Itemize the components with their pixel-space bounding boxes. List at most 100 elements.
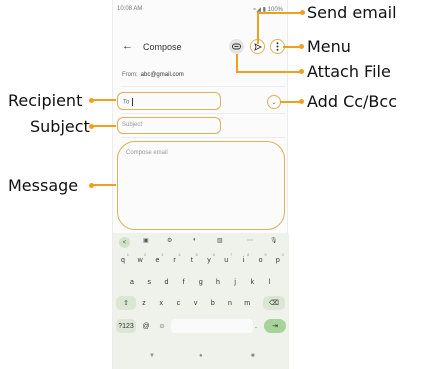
callout-recipient: Recipient xyxy=(8,91,83,110)
callout-attach-file: Attach File xyxy=(307,62,391,81)
page-title: Compose xyxy=(143,42,182,52)
key-l[interactable]: l xyxy=(262,275,278,289)
keyboard-toolbar-icon[interactable]: ⚙ xyxy=(167,237,172,244)
key-n[interactable]: n xyxy=(222,296,238,310)
divider xyxy=(121,113,285,114)
key-z[interactable]: z xyxy=(136,296,152,310)
menu-dots-icon xyxy=(276,42,279,51)
divider xyxy=(121,86,285,87)
at-key[interactable]: @ xyxy=(139,319,153,333)
key-hint: 3 xyxy=(161,252,164,257)
key-hint: 7 xyxy=(229,252,233,257)
keyboard-toolbar-icon[interactable]: 🎙 xyxy=(270,237,278,244)
callout-menu: Menu xyxy=(307,37,351,56)
callout-line xyxy=(257,12,259,44)
from-address: abc@gmail.com xyxy=(140,72,184,78)
keyboard-toolbar-icon[interactable]: ▧ xyxy=(217,237,223,244)
key-hint: 9 xyxy=(264,252,267,257)
from-row: From: abc@gmail.com xyxy=(122,72,184,78)
system-nav-bar: ▼ ● ■ xyxy=(113,351,289,365)
subject-field[interactable]: Subject xyxy=(117,117,221,134)
paperclip-icon xyxy=(232,43,241,50)
keyboard-toolbar-icon[interactable]: < xyxy=(119,237,130,248)
nav-home-icon[interactable]: ● xyxy=(199,353,203,359)
to-label: To xyxy=(123,99,130,106)
emoji-key[interactable]: ☺ xyxy=(155,319,169,333)
keyboard-row: q1w2e3r4t5y6u7i8o9p0 xyxy=(113,252,289,269)
keyboard-toolbar-icon[interactable]: ⋯ xyxy=(247,237,253,244)
key-r[interactable]: r4 xyxy=(167,252,183,267)
key-hint: 8 xyxy=(247,252,250,257)
keyboard-toolbar-icon[interactable]: ◐ xyxy=(193,237,197,243)
callout-line xyxy=(236,54,238,72)
attach-file-icon[interactable] xyxy=(229,39,244,54)
nav-recents-icon[interactable]: ■ xyxy=(251,353,255,359)
key-t[interactable]: t5 xyxy=(184,252,200,267)
key-m[interactable]: m xyxy=(239,296,255,310)
key-hint: 5 xyxy=(195,252,198,257)
key-w[interactable]: w2 xyxy=(132,252,148,267)
period-key[interactable]: . xyxy=(250,319,262,333)
key-hint: 2 xyxy=(143,252,147,257)
callout-send-email: Send email xyxy=(307,3,397,22)
chevron-down-icon[interactable]: ⌄ xyxy=(267,95,281,109)
callout-subject: Subject xyxy=(30,117,90,136)
app-bar: ← Compose xyxy=(113,36,289,58)
key-e[interactable]: e3 xyxy=(149,252,165,267)
callout-message: Message xyxy=(8,176,79,195)
callout-dot xyxy=(299,44,304,49)
callout-add-cc-bcc: Add Cc/Bcc xyxy=(307,92,397,111)
symbols-key[interactable]: ?123 xyxy=(116,319,136,333)
on-screen-keyboard: < ▣ ⚙ ◐ ▧ ⋯ 🎙 q1w2e3r4t5y6u7i8o9p0 asdfghjkl ⇧… xyxy=(113,233,289,369)
key-o[interactable]: o9 xyxy=(253,252,269,267)
recipient-field[interactable]: To xyxy=(117,92,221,110)
callout-line xyxy=(280,101,301,103)
key-p[interactable]: p0 xyxy=(270,252,286,267)
callout-dot xyxy=(299,99,304,104)
callout-dot xyxy=(300,10,305,15)
key-hint: 4 xyxy=(178,252,181,257)
key-j[interactable]: j xyxy=(227,275,243,289)
key-y[interactable]: y6 xyxy=(201,252,217,267)
key-h[interactable]: h xyxy=(210,275,226,289)
from-label: From: xyxy=(122,72,138,78)
key-g[interactable]: g xyxy=(193,275,209,289)
key-c[interactable]: c xyxy=(170,296,186,310)
key-v[interactable]: v xyxy=(188,296,204,310)
phone-screen: 10:08 AM ≈◢ ▮ 100% ← Compose From: abc@gm… xyxy=(112,0,289,369)
status-time: 10:08 AM xyxy=(117,6,143,12)
callout-line xyxy=(91,125,116,127)
divider xyxy=(121,137,285,138)
callout-line xyxy=(91,99,116,101)
key-u[interactable]: u7 xyxy=(218,252,234,267)
enter-key[interactable]: ⇥ xyxy=(264,319,286,333)
keyboard-toolbar: < ▣ ⚙ ◐ ▧ ⋯ 🎙 xyxy=(113,236,289,250)
key-q[interactable]: q1 xyxy=(115,252,131,267)
key-x[interactable]: x xyxy=(153,296,169,310)
callout-line xyxy=(236,71,300,73)
key-s[interactable]: s xyxy=(141,275,157,289)
key-hint: 0 xyxy=(281,252,284,257)
status-bar: 10:08 AM ≈◢ ▮ 100% xyxy=(113,6,289,16)
message-field[interactable]: Compose email xyxy=(117,141,285,230)
text-cursor xyxy=(132,98,134,106)
keyboard-row: ?123 @ ☺. ⇥ xyxy=(113,319,289,335)
shift-key[interactable]: ⇧ xyxy=(116,296,136,310)
space-key[interactable] xyxy=(171,319,253,333)
callout-line xyxy=(91,184,116,186)
keyboard-toolbar-icon[interactable]: ▣ xyxy=(143,237,149,244)
backspace-key[interactable]: ⌫ xyxy=(263,296,285,310)
key-i[interactable]: i8 xyxy=(235,252,251,267)
key-a[interactable]: a xyxy=(124,275,140,289)
key-k[interactable]: k xyxy=(244,275,260,289)
nav-back-icon[interactable]: ▼ xyxy=(149,353,155,359)
key-d[interactable]: d xyxy=(158,275,174,289)
key-f[interactable]: f xyxy=(176,275,192,289)
back-arrow-icon[interactable]: ← xyxy=(122,40,133,52)
key-hint: 6 xyxy=(212,252,215,257)
keyboard-row: asdfghjkl xyxy=(113,275,289,291)
key-hint: 1 xyxy=(126,252,129,257)
keyboard-row: ⇧ z x c v b n m ⌫ xyxy=(113,296,289,312)
key-b[interactable]: b xyxy=(205,296,221,310)
callout-dot xyxy=(299,69,304,74)
